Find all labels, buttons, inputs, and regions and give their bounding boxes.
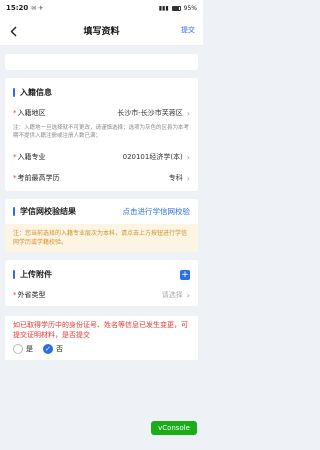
chevron-right-icon: › <box>186 173 190 183</box>
major-label: 入籍专业 <box>17 153 46 161</box>
education-row[interactable]: * 考前最高学历 专科 › <box>5 169 198 191</box>
required-mark: * <box>13 291 17 299</box>
chevron-right-icon: › <box>186 108 190 118</box>
vconsole-button[interactable]: vConsole <box>151 421 197 435</box>
radio-no[interactable]: ✓ 否 <box>43 344 63 354</box>
verification-title: 学信网校验结果 <box>20 207 76 216</box>
status-bar: 15:20 ✉ ✈ ▮▮▮ 95% <box>0 0 203 16</box>
verification-header: 学信网校验结果 点击进行学信网校验 <box>5 199 198 224</box>
region-row[interactable]: * 入籍地区 长沙市-长沙市芙蓉区 › <box>5 104 198 122</box>
radio-no-label: 否 <box>56 345 63 353</box>
attachments-header: 上传附件 + <box>5 260 198 284</box>
chevron-right-icon: › <box>186 152 190 162</box>
verification-card: 学信网校验结果 点击进行学信网校验 注：您当前选择的入籍专业层次为本科，请点击上… <box>5 199 198 252</box>
back-chevron-icon[interactable] <box>8 24 18 38</box>
radio-checked-icon: ✓ <box>43 344 53 354</box>
section-accent-bar <box>13 207 15 216</box>
radio-unchecked-icon <box>13 344 23 354</box>
attachments-card: 上传附件 + * 外省类型 请选择 › <box>5 260 198 306</box>
battery-level: 95% <box>183 4 197 12</box>
battery-icon <box>171 5 181 11</box>
section-accent-bar <box>13 88 15 97</box>
status-time: 15:20 <box>6 4 29 12</box>
required-mark: * <box>13 153 17 161</box>
attachments-title: 上传附件 <box>20 270 52 279</box>
radio-yes-label: 是 <box>26 345 33 353</box>
signal-icon: ▮▮▮ <box>158 4 169 12</box>
verify-link[interactable]: 点击进行学信网校验 <box>123 206 191 217</box>
required-mark: * <box>13 109 17 117</box>
change-question: 如已取得学历中的身份证号、姓名等信息已发生变更，可提交证明材料，是否提交 <box>5 316 198 342</box>
enrollment-section-title: 入籍信息 <box>20 88 52 97</box>
section-accent-bar <box>13 270 15 279</box>
submit-button[interactable]: 提交 <box>181 25 195 35</box>
region-value: 长沙市-长沙市芙蓉区 <box>117 109 183 117</box>
province-type-placeholder: 请选择 <box>161 291 183 299</box>
page-header: 填写资料 提交 <box>0 16 203 46</box>
major-value: 020101经济学(本) <box>122 153 183 161</box>
education-value: 专科 <box>168 174 183 182</box>
status-right: ▮▮▮ 95% <box>159 5 197 12</box>
enrollment-card: 入籍信息 * 入籍地区 长沙市-长沙市芙蓉区 › 注：入籍地一旦选择就不可更改，… <box>5 78 198 191</box>
chevron-right-icon: › <box>186 290 190 300</box>
add-attachment-icon[interactable]: + <box>180 269 190 280</box>
change-radio-group: 是 ✓ 否 <box>5 342 198 360</box>
province-type-row[interactable]: * 外省类型 请选择 › <box>5 284 198 306</box>
major-row[interactable]: * 入籍专业 020101经济学(本) › <box>5 148 198 166</box>
enrollment-section-header: 入籍信息 <box>5 78 198 104</box>
province-type-label: 外省类型 <box>17 291 46 299</box>
education-label: 考前最高学历 <box>17 174 60 182</box>
required-mark: * <box>13 174 17 182</box>
region-note: 注：入籍地一旦选择就不可更改，请谨慎选择；选项为灰色的区县为本考期不提供入籍注册… <box>13 125 190 139</box>
verification-warning: 注：您当前选择的入籍专业层次为本科，请点击上方按钮进行学信网学历或学籍校验。 <box>5 224 198 252</box>
notification-icons: ✉ ✈ <box>31 4 44 12</box>
region-label: 入籍地区 <box>17 109 46 117</box>
radio-yes[interactable]: 是 <box>13 344 33 354</box>
page-title: 填写资料 <box>83 27 120 37</box>
empty-card <box>5 54 198 70</box>
